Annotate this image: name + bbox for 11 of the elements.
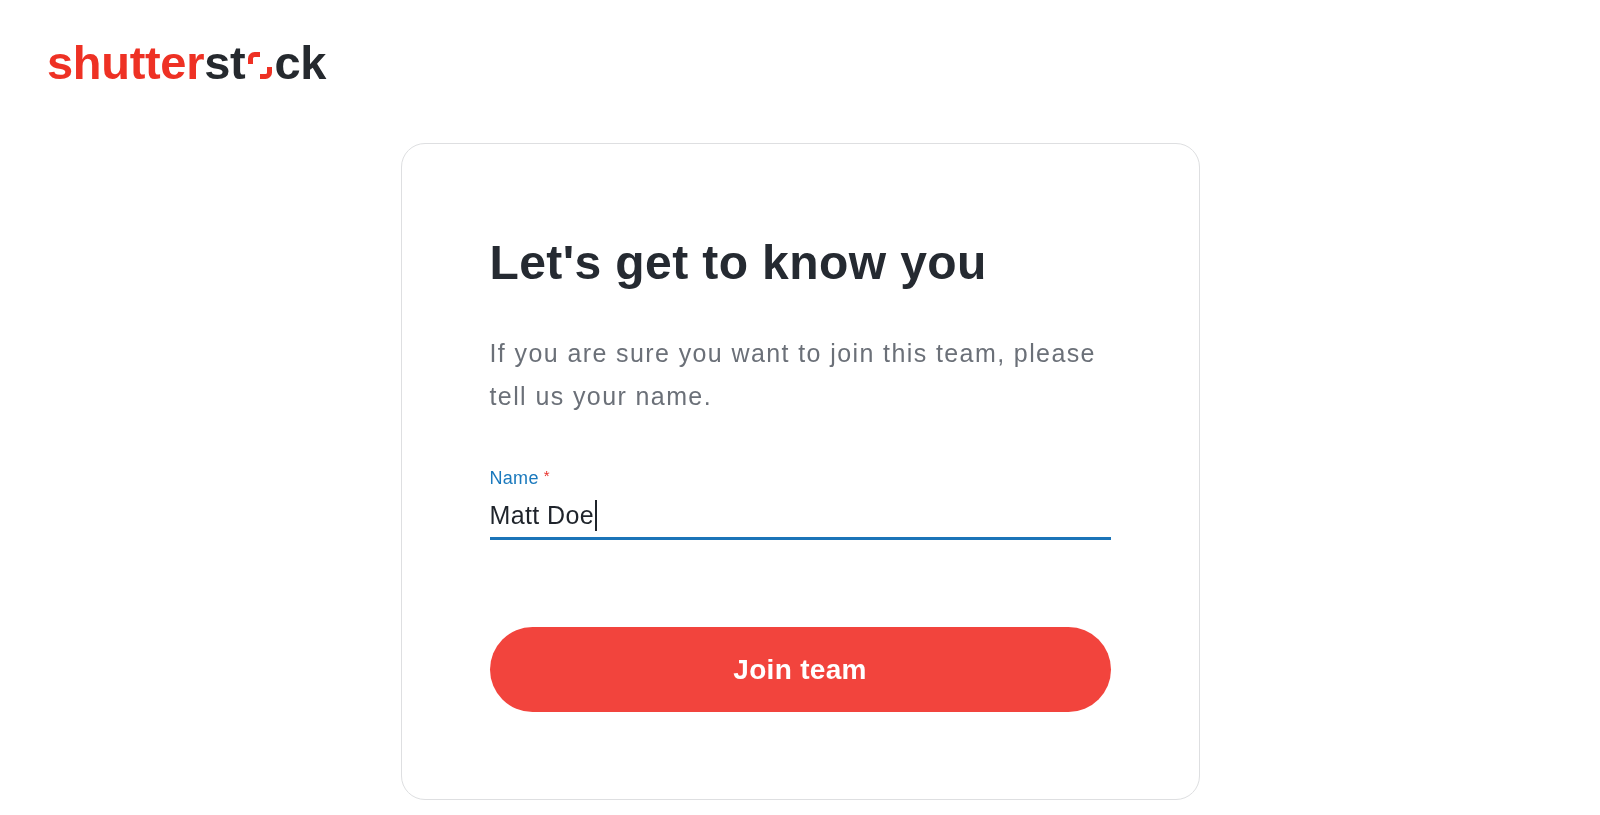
form-title: Let's get to know you — [489, 235, 988, 290]
name-input[interactable]: Matt Doe — [489, 493, 1111, 540]
required-mark: * — [543, 467, 550, 485]
join-team-button[interactable]: Join team — [489, 627, 1111, 712]
logo-wordmark[interactable]: ck — [274, 39, 327, 86]
text-cursor-icon — [595, 499, 598, 531]
logo-wordmark[interactable]: st — [204, 39, 246, 86]
logo-mark-icon[interactable] — [248, 52, 273, 79]
logo-wordmark[interactable]: shutter — [47, 39, 205, 86]
intro-text: If you are sure you want to join this team, please tell us your name. — [489, 338, 1097, 412]
field-label: Name — [489, 467, 539, 489]
